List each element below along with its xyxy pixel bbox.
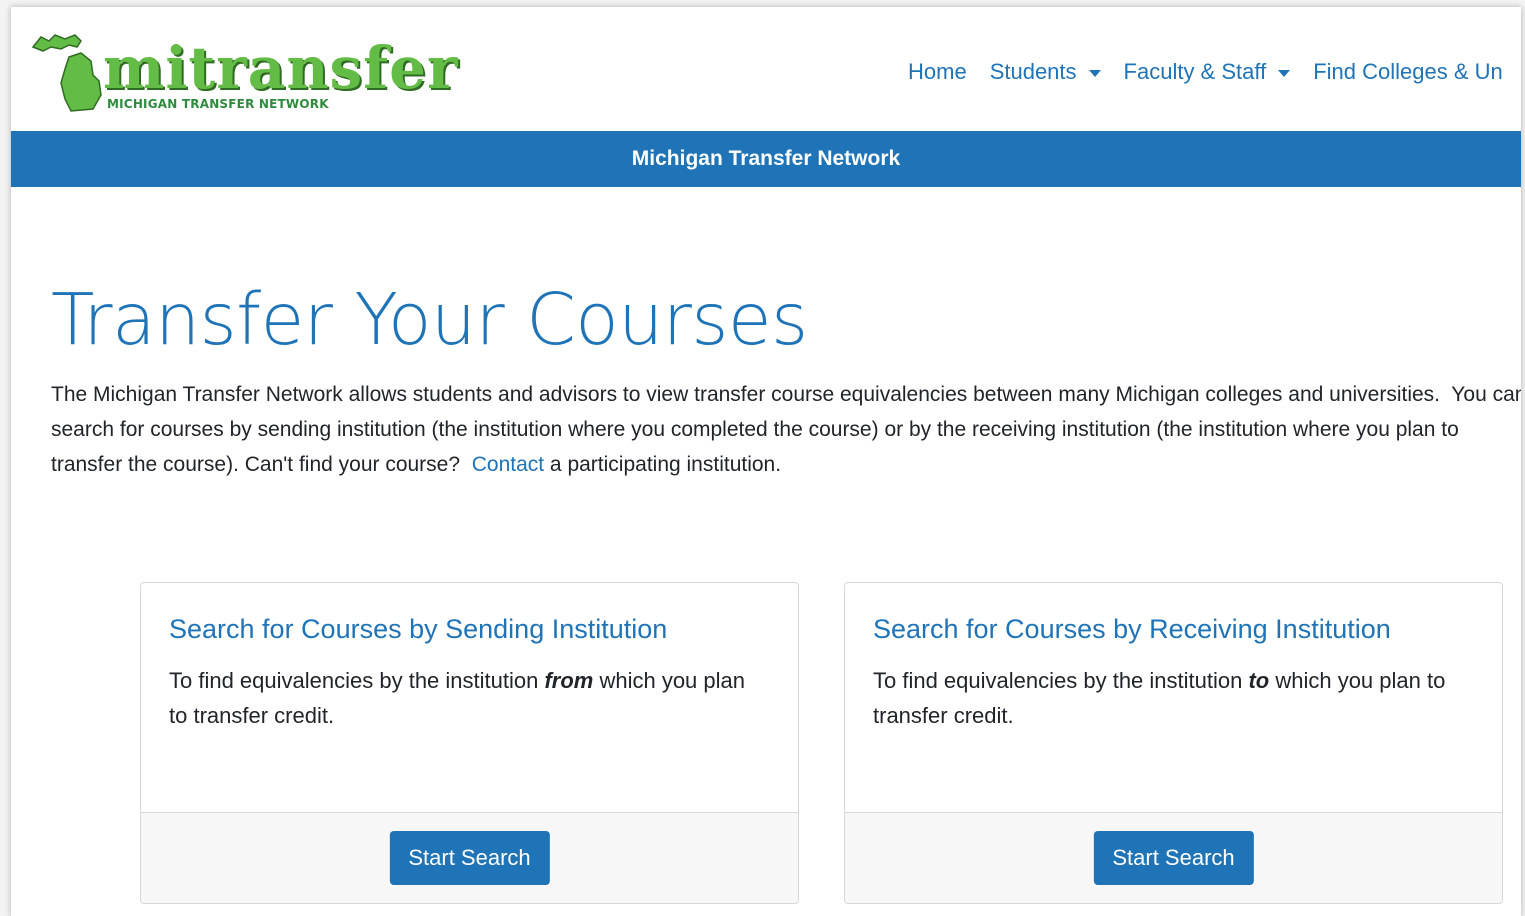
- page: mitransfer MICHIGAN TRANSFER NETWORK Hom…: [11, 7, 1521, 916]
- main-nav: Home Students Faculty & Staff Find Colle…: [908, 57, 1521, 87]
- intro-paragraph: The Michigan Transfer Network allows stu…: [51, 377, 1521, 482]
- nav-faculty-staff-label: Faculty & Staff: [1123, 59, 1267, 84]
- site-logo[interactable]: mitransfer MICHIGAN TRANSFER NETWORK: [31, 31, 458, 115]
- card-text-emphasis: from: [544, 668, 594, 693]
- site-banner: Michigan Transfer Network: [11, 131, 1521, 187]
- card-footer: Start Search: [141, 812, 798, 903]
- card-text-start: To find equivalencies by the institution: [873, 668, 1249, 693]
- logo-wordmark: mitransfer: [103, 34, 459, 102]
- intro-text-end: a participating institution.: [544, 453, 782, 476]
- card-description: To find equivalencies by the institution…: [169, 663, 769, 733]
- card-footer: Start Search: [845, 812, 1502, 903]
- card-title: Search for Courses by Sending Institutio…: [169, 614, 668, 644]
- card-description: To find equivalencies by the institution…: [873, 663, 1473, 733]
- intro-text: The Michigan Transfer Network allows stu…: [51, 383, 1521, 476]
- nav-home[interactable]: Home: [908, 59, 967, 85]
- nav-students-label: Students: [989, 59, 1077, 84]
- contact-link[interactable]: Contact: [472, 453, 544, 476]
- start-search-receiving-button[interactable]: Start Search: [1093, 831, 1254, 885]
- sending-institution-card: Search for Courses by Sending Institutio…: [140, 582, 799, 904]
- nav-find-colleges[interactable]: Find Colleges & Un: [1313, 59, 1503, 85]
- start-search-sending-button[interactable]: Start Search: [389, 831, 550, 885]
- receiving-institution-card: Search for Courses by Receiving Institut…: [844, 582, 1503, 904]
- card-text-emphasis: to: [1248, 668, 1270, 693]
- nav-faculty-staff-dropdown[interactable]: Faculty & Staff: [1124, 59, 1291, 85]
- nav-find-colleges-label: Find Colleges & Un: [1313, 59, 1503, 84]
- michigan-map-icon: [31, 34, 102, 112]
- page-title: Transfer Your Courses: [51, 278, 808, 361]
- card-title: Search for Courses by Receiving Institut…: [873, 614, 1391, 644]
- top-navbar: mitransfer MICHIGAN TRANSFER NETWORK Hom…: [11, 7, 1521, 131]
- nav-students-dropdown[interactable]: Students: [990, 59, 1101, 85]
- logo-subtitle: MICHIGAN TRANSFER NETWORK: [107, 97, 329, 111]
- nav-home-label: Home: [908, 59, 967, 84]
- caret-down-icon: [1278, 69, 1291, 77]
- caret-down-icon: [1088, 69, 1101, 77]
- card-text-start: To find equivalencies by the institution: [169, 668, 545, 693]
